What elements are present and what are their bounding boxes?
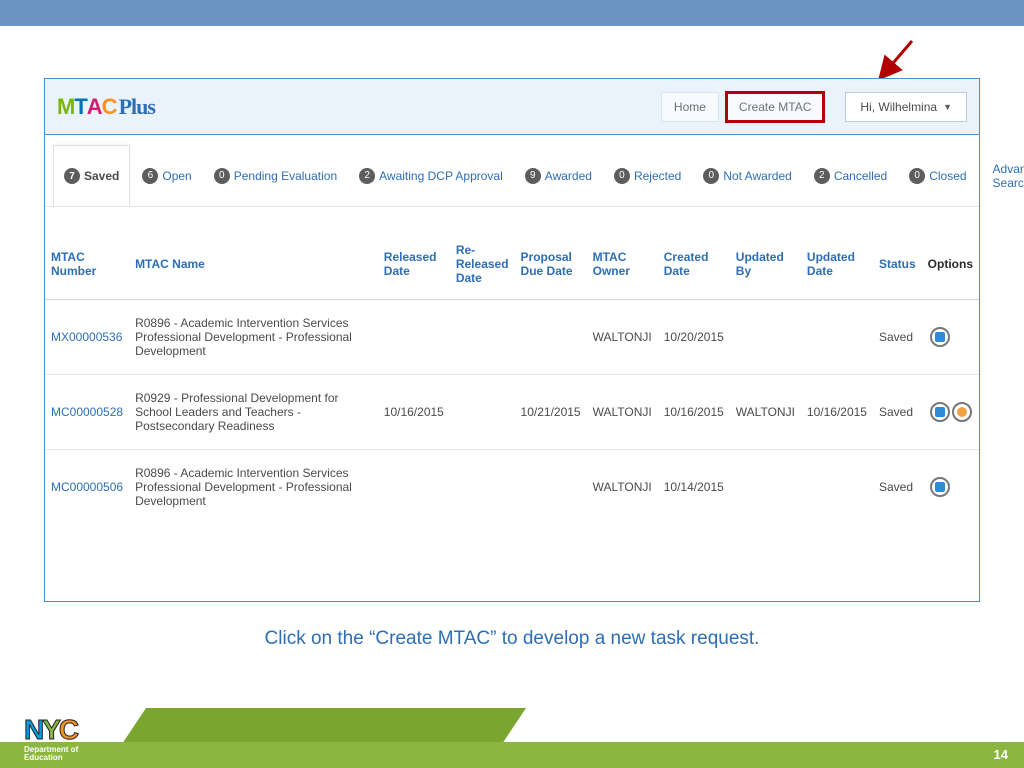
- tab-label: Cancelled: [834, 169, 887, 183]
- user-label: Hi, Wilhelmina: [860, 100, 937, 114]
- tab-closed[interactable]: 0 Closed: [899, 145, 976, 206]
- create-mtac-button[interactable]: Create MTAC: [725, 91, 825, 123]
- slide-caption: Click on the “Create MTAC” to develop a …: [265, 628, 760, 650]
- cell-status: Saved: [873, 300, 922, 375]
- tab-saved[interactable]: 7 Saved: [53, 145, 130, 206]
- tab-count-badge: 0: [614, 168, 630, 184]
- tab-count-badge: 0: [909, 168, 925, 184]
- edit-icon[interactable]: [930, 402, 950, 422]
- cell-owner: WALTONJI: [587, 375, 658, 450]
- cell-proposal: [515, 300, 587, 375]
- cell-num[interactable]: MX00000536: [45, 300, 129, 375]
- cell-options: [922, 450, 979, 525]
- tab-label: Open: [162, 169, 191, 183]
- tab-awarded[interactable]: 9 Awarded: [515, 145, 602, 206]
- tab-label: Awarded: [545, 169, 592, 183]
- tab-open[interactable]: 6 Open: [132, 145, 201, 206]
- app-window: MTAC Plus Home Create MTAC Hi, Wilhelmin…: [44, 78, 980, 602]
- tab-count-badge: 6: [142, 168, 158, 184]
- cell-num[interactable]: MC00000506: [45, 450, 129, 525]
- edit-icon[interactable]: [930, 327, 950, 347]
- status-tabs: 7 Saved 6 Open 0 Pending Evaluation 2 Awaiting …: [45, 145, 979, 207]
- cell-created: 10/14/2015: [658, 450, 730, 525]
- cell-released: [378, 450, 450, 525]
- col-updated-date[interactable]: Updated Date: [801, 229, 873, 300]
- edit-icon[interactable]: [930, 477, 950, 497]
- cell-released: [378, 300, 450, 375]
- col-rereleased-date[interactable]: Re-Released Date: [450, 229, 515, 300]
- tab-label: Awaiting DCP Approval: [379, 169, 503, 183]
- tab-count-badge: 0: [703, 168, 719, 184]
- page-number: 14: [994, 747, 1008, 762]
- logo-mtac-plus: MTAC Plus: [57, 94, 155, 120]
- cell-upddate: 10/16/2015: [801, 375, 873, 450]
- cell-name: R0929 - Professional Development for Sch…: [129, 375, 378, 450]
- cell-upddate: [801, 300, 873, 375]
- cell-updby: WALTONJI: [730, 375, 801, 450]
- cell-name: R0896 - Academic Intervention Services P…: [129, 300, 378, 375]
- tab-label: Not Awarded: [723, 169, 792, 183]
- tab-cancelled[interactable]: 2 Cancelled: [804, 145, 897, 206]
- tab-count-badge: 2: [814, 168, 830, 184]
- tab-count-badge: 7: [64, 168, 80, 184]
- col-status[interactable]: Status: [873, 229, 922, 300]
- cell-created: 10/16/2015: [658, 375, 730, 450]
- cell-updby: [730, 300, 801, 375]
- cell-options: [922, 375, 979, 450]
- cell-status: Saved: [873, 375, 922, 450]
- cell-owner: WALTONJI: [587, 450, 658, 525]
- chevron-down-icon: ▼: [943, 102, 952, 112]
- col-mtac-number[interactable]: MTAC Number: [45, 229, 129, 300]
- tab-rejected[interactable]: 0 Rejected: [604, 145, 691, 206]
- nyc-doe-logo: NYC Department of Education: [24, 714, 78, 762]
- cell-created: 10/20/2015: [658, 300, 730, 375]
- advanced-search-link[interactable]: Advanced Search: [979, 162, 1024, 190]
- col-mtac-owner[interactable]: MTAC Owner: [587, 229, 658, 300]
- tab-awaiting-dcp-approval[interactable]: 2 Awaiting DCP Approval: [349, 145, 513, 206]
- tab-count-badge: 9: [525, 168, 541, 184]
- footer-bar: [0, 742, 1024, 768]
- cell-num[interactable]: MC00000528: [45, 375, 129, 450]
- cell-proposal: [515, 450, 587, 525]
- col-created-date[interactable]: Created Date: [658, 229, 730, 300]
- col-options: Options: [922, 229, 979, 300]
- col-updated-by[interactable]: Updated By: [730, 229, 801, 300]
- home-button[interactable]: Home: [661, 92, 719, 122]
- cell-status: Saved: [873, 450, 922, 525]
- cell-rereleased: [450, 375, 515, 450]
- cell-upddate: [801, 450, 873, 525]
- cell-released: 10/16/2015: [378, 375, 450, 450]
- slide-header-strip: [0, 0, 1024, 26]
- cell-owner: WALTONJI: [587, 300, 658, 375]
- tab-label: Closed: [929, 169, 966, 183]
- tab-count-badge: 0: [214, 168, 230, 184]
- tab-label: Rejected: [634, 169, 681, 183]
- user-menu[interactable]: Hi, Wilhelmina ▼: [845, 92, 967, 122]
- tab-label: Saved: [84, 169, 119, 183]
- results-table: MTAC Number MTAC Name Released Date Re-R…: [45, 229, 979, 524]
- tab-count-badge: 2: [359, 168, 375, 184]
- cell-updby: [730, 450, 801, 525]
- table-row: MX00000536R0896 - Academic Intervention …: [45, 300, 979, 375]
- table-header-row: MTAC Number MTAC Name Released Date Re-R…: [45, 229, 979, 300]
- app-header: MTAC Plus Home Create MTAC Hi, Wilhelmin…: [45, 79, 979, 135]
- cell-rereleased: [450, 450, 515, 525]
- results-table-wrap: MTAC Number MTAC Name Released Date Re-R…: [45, 229, 979, 524]
- slide-footer: NYC Department of Education 14: [0, 708, 1024, 768]
- col-released-date[interactable]: Released Date: [378, 229, 450, 300]
- table-row: MC00000528R0929 - Professional Developme…: [45, 375, 979, 450]
- col-proposal-due-date[interactable]: Proposal Due Date: [515, 229, 587, 300]
- table-row: MC00000506R0896 - Academic Intervention …: [45, 450, 979, 525]
- cell-rereleased: [450, 300, 515, 375]
- tab-pending-evaluation[interactable]: 0 Pending Evaluation: [204, 145, 347, 206]
- col-mtac-name[interactable]: MTAC Name: [129, 229, 378, 300]
- clock-icon[interactable]: [952, 402, 972, 422]
- cell-proposal: 10/21/2015: [515, 375, 587, 450]
- tab-label: Pending Evaluation: [234, 169, 337, 183]
- cell-name: R0896 - Academic Intervention Services P…: [129, 450, 378, 525]
- cell-options: [922, 300, 979, 375]
- tab-not-awarded[interactable]: 0 Not Awarded: [693, 145, 802, 206]
